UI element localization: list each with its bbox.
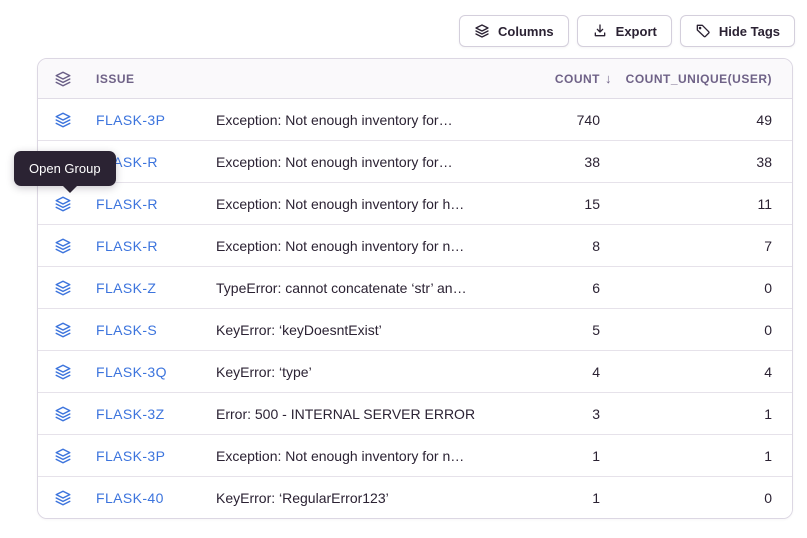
- issue-link[interactable]: FLASK-3P: [92, 448, 216, 464]
- issue-stack-icon[interactable]: [54, 195, 92, 213]
- count-unique-value: 38: [612, 154, 772, 170]
- issue-stack-icon[interactable]: [54, 237, 92, 255]
- issue-stack-icon[interactable]: [54, 489, 92, 507]
- issue-stack-icon[interactable]: [54, 279, 92, 297]
- columns-button-label: Columns: [498, 24, 554, 39]
- stack-layers-icon: [474, 23, 490, 39]
- count-unique-value: 7: [612, 238, 772, 254]
- sort-descending-icon[interactable]: ↓: [605, 71, 612, 86]
- issue-title: KeyError: ‘keyDoesntExist’: [216, 322, 512, 338]
- issue-stack-icon[interactable]: [54, 447, 92, 465]
- export-button[interactable]: Export: [577, 15, 672, 47]
- count-unique-value: 0: [612, 280, 772, 296]
- table-row[interactable]: FLASK-S KeyError: ‘keyDoesntExist’ 5 0: [38, 309, 792, 351]
- count-unique-value: 1: [612, 406, 772, 422]
- issue-stack-icon[interactable]: [54, 363, 92, 381]
- issue-title: TypeError: cannot concatenate ‘str’ an…: [216, 280, 512, 296]
- count-unique-value: 1: [612, 448, 772, 464]
- issue-link[interactable]: FLASK-3P: [92, 112, 216, 128]
- issue-title: KeyError: ‘type’: [216, 364, 512, 380]
- export-button-label: Export: [616, 24, 657, 39]
- table-row[interactable]: FLASK-R Exception: Not enough inventory …: [38, 183, 792, 225]
- hide-tags-button-label: Hide Tags: [719, 24, 780, 39]
- tag-icon: [695, 23, 711, 39]
- issue-title: Exception: Not enough inventory for…: [216, 154, 512, 170]
- issue-link[interactable]: FLASK-R: [92, 238, 216, 254]
- count-value: 1: [512, 448, 612, 464]
- columns-button[interactable]: Columns: [459, 15, 569, 47]
- count-value: 38: [512, 154, 612, 170]
- hide-tags-button[interactable]: Hide Tags: [680, 15, 795, 47]
- issue-stack-icon[interactable]: [54, 405, 92, 423]
- column-header-count[interactable]: COUNT ↓: [512, 71, 612, 86]
- toolbar: Columns Export Hide Tags: [459, 15, 795, 47]
- table-row[interactable]: FLASK-R Exception: Not enough inventory …: [38, 141, 792, 183]
- table-body: FLASK-3P Exception: Not enough inventory…: [38, 99, 792, 519]
- issues-table: ISSUE COUNT ↓ COUNT_UNIQUE(USER) FLASK-3…: [37, 58, 793, 519]
- count-value: 740: [512, 112, 612, 128]
- count-value: 15: [512, 196, 612, 212]
- count-value: 5: [512, 322, 612, 338]
- column-header-issue[interactable]: ISSUE: [92, 72, 216, 86]
- table-header-row: ISSUE COUNT ↓ COUNT_UNIQUE(USER): [38, 59, 792, 99]
- issue-title: Exception: Not enough inventory for n…: [216, 448, 512, 464]
- count-unique-value: 0: [612, 322, 772, 338]
- download-icon: [592, 23, 608, 39]
- count-unique-value: 0: [612, 490, 772, 506]
- count-value: 6: [512, 280, 612, 296]
- issue-stack-icon[interactable]: [54, 321, 92, 339]
- count-value: 3: [512, 406, 612, 422]
- count-unique-value: 11: [612, 196, 772, 212]
- table-row[interactable]: FLASK-Z TypeError: cannot concatenate ‘s…: [38, 267, 792, 309]
- count-value: 8: [512, 238, 612, 254]
- issue-title: KeyError: ‘RegularError123’: [216, 490, 512, 506]
- issue-stack-icon[interactable]: [54, 111, 92, 129]
- table-row[interactable]: FLASK-3Q KeyError: ‘type’ 4 4: [38, 351, 792, 393]
- table-row[interactable]: FLASK-3Z Error: 500 - INTERNAL SERVER ER…: [38, 393, 792, 435]
- issue-title: Exception: Not enough inventory for h…: [216, 196, 512, 212]
- column-header-count-unique[interactable]: COUNT_UNIQUE(USER): [612, 72, 772, 86]
- open-group-tooltip: Open Group: [14, 151, 116, 186]
- issue-link[interactable]: FLASK-3Z: [92, 406, 216, 422]
- issue-link[interactable]: FLASK-3Q: [92, 364, 216, 380]
- issue-title: Error: 500 - INTERNAL SERVER ERROR: [216, 406, 512, 422]
- table-row[interactable]: FLASK-40 KeyError: ‘RegularError123’ 1 0: [38, 477, 792, 519]
- table-row[interactable]: FLASK-3P Exception: Not enough inventory…: [38, 435, 792, 477]
- issue-link[interactable]: FLASK-40: [92, 490, 216, 506]
- count-value: 4: [512, 364, 612, 380]
- issue-title: Exception: Not enough inventory for n…: [216, 238, 512, 254]
- count-value: 1: [512, 490, 612, 506]
- count-unique-value: 49: [612, 112, 772, 128]
- open-group-tooltip-label: Open Group: [29, 161, 101, 176]
- issue-title: Exception: Not enough inventory for…: [216, 112, 512, 128]
- table-row[interactable]: FLASK-3P Exception: Not enough inventory…: [38, 99, 792, 141]
- issue-link[interactable]: FLASK-R: [92, 196, 216, 212]
- issue-link[interactable]: FLASK-S: [92, 322, 216, 338]
- count-unique-value: 4: [612, 364, 772, 380]
- issue-stack-header-icon: [54, 70, 92, 88]
- table-row[interactable]: FLASK-R Exception: Not enough inventory …: [38, 225, 792, 267]
- issue-link[interactable]: FLASK-Z: [92, 280, 216, 296]
